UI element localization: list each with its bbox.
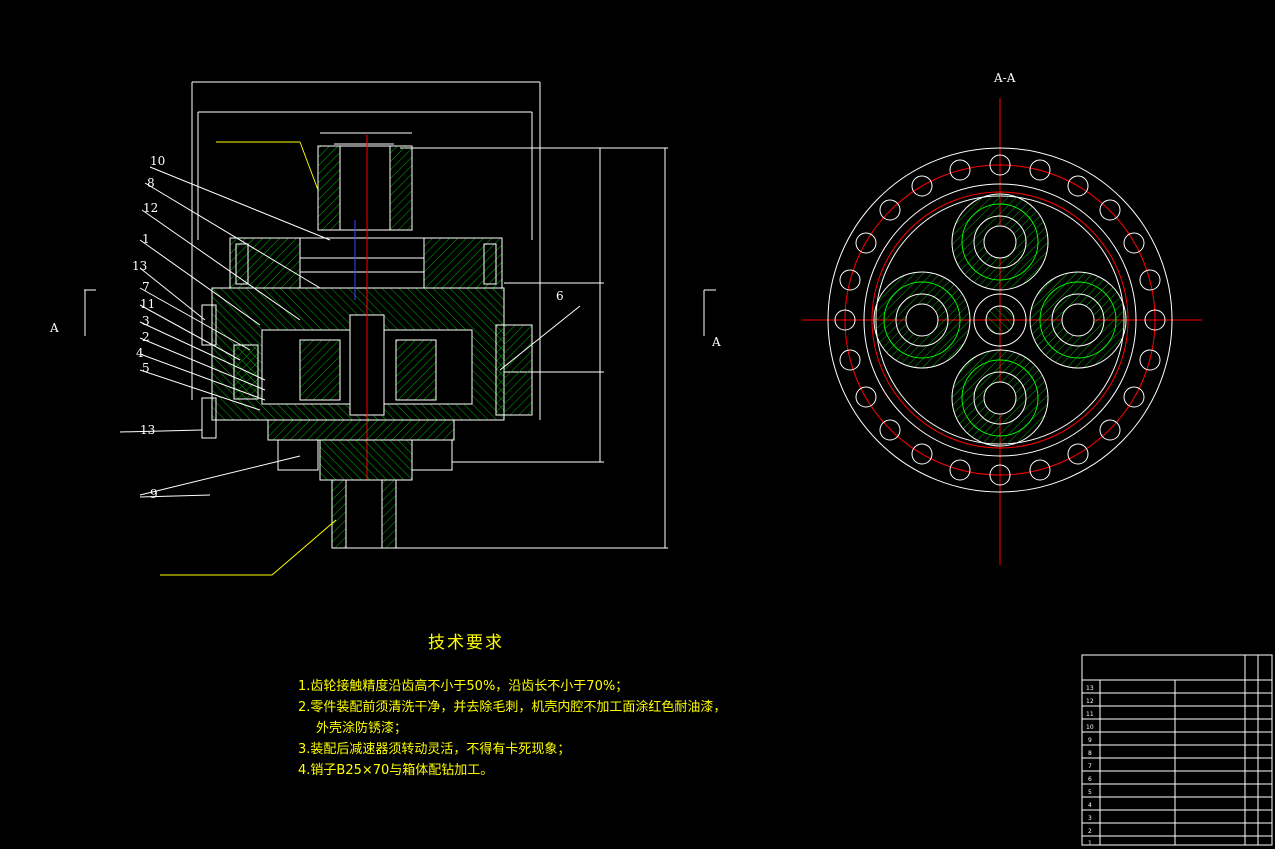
callout-label: 6 [556, 289, 564, 303]
tech-requirements-list: 1.齿轮接触精度沿齿高不小于50%，沿齿长不小于70%； 2.零件装配前须清洗干… [298, 676, 768, 781]
planet-gears [873, 193, 1127, 447]
section-marker-left: A [49, 321, 59, 335]
bom-index: 13 [1086, 685, 1094, 692]
bom-table [1081, 654, 1273, 846]
bom-index: 10 [1086, 724, 1094, 731]
callout-label: 8 [147, 176, 155, 190]
section-view-title: A-A [993, 71, 1016, 85]
bom-index: 8 [1088, 750, 1092, 757]
tech-requirements-title: 技术要求 [428, 633, 504, 653]
bom-index: 12 [1086, 698, 1094, 705]
section-view [84, 81, 716, 549]
bom-index: 1 [1088, 840, 1092, 847]
callout-label: 7 [142, 280, 150, 294]
callout-label: 11 [140, 297, 155, 311]
bom-index: 4 [1088, 802, 1092, 809]
callout-label: 13 [132, 259, 147, 273]
callout-label: 3 [142, 314, 150, 328]
bom-index: 11 [1086, 711, 1094, 718]
tech-item: 外壳涂防锈漆； [316, 721, 408, 736]
bom-index: 6 [1088, 776, 1092, 783]
callout-label: 12 [143, 201, 158, 215]
bom-index: 5 [1088, 789, 1092, 796]
tech-item: 2.零件装配前须清洗干净，并去除毛刺，机壳内腔不加工面涂红色耐油漆， [298, 700, 727, 715]
tech-item: 4.销子B25×70与箱体配钻加工。 [298, 763, 494, 778]
callout-label: 4 [136, 346, 144, 360]
callout-label: 1 [142, 232, 150, 246]
bom-index: 2 [1088, 828, 1092, 835]
callout-label: 13 [140, 423, 155, 437]
end-view [802, 98, 1202, 565]
bom-index: 9 [1088, 737, 1092, 744]
tech-item: 3.装配后减速器须转动灵活，不得有卡死现象； [298, 742, 571, 757]
drawing-canvas: 10 8 12 1 13 7 11 3 2 4 5 13 9 6 A A A-A [0, 0, 1275, 849]
callout-label: 5 [142, 361, 150, 375]
bom-index: 7 [1088, 763, 1092, 770]
callout-label: 10 [150, 154, 165, 168]
callout-label: 2 [142, 330, 150, 344]
section-marker-right: A [711, 335, 721, 349]
tech-item: 1.齿轮接触精度沿齿高不小于50%，沿齿长不小于70%； [298, 679, 629, 694]
bom-index: 3 [1088, 815, 1092, 822]
callout-label: 9 [150, 487, 158, 501]
